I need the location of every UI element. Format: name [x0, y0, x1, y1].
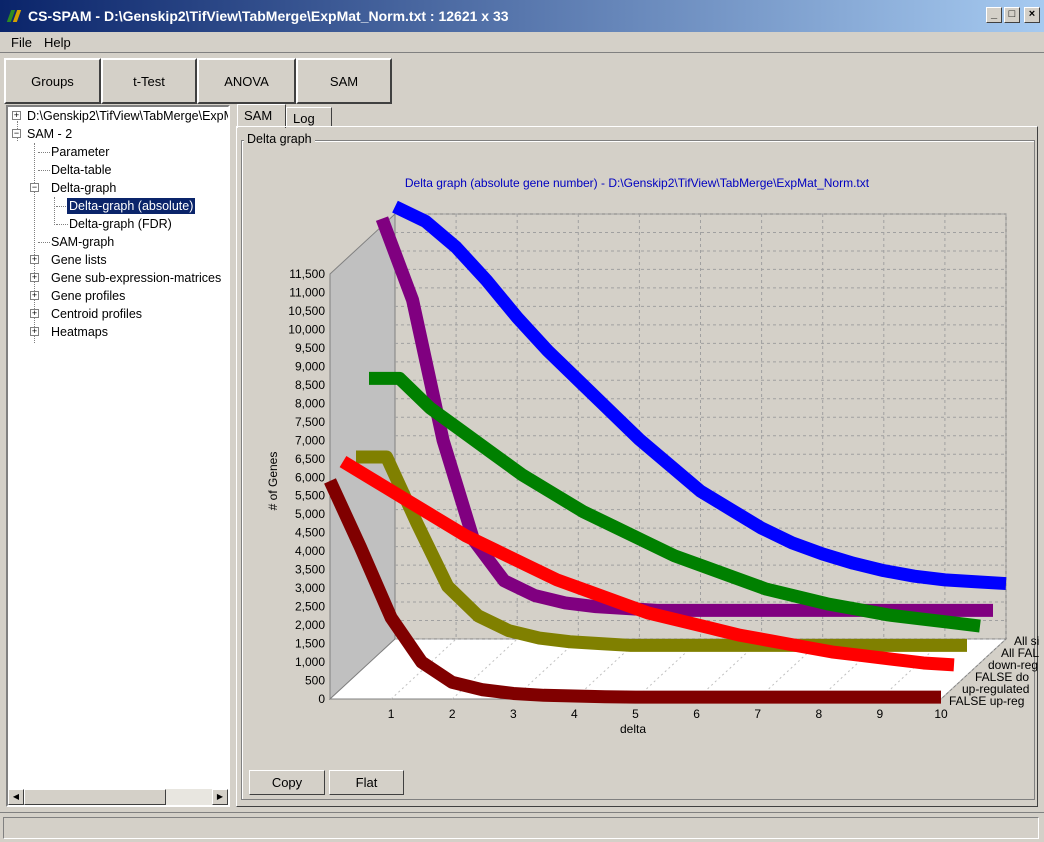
- scroll-thumb[interactable]: [24, 789, 166, 805]
- tree-item-delta-table[interactable]: Delta-table: [49, 161, 113, 179]
- expand-icon[interactable]: +: [12, 111, 21, 120]
- group-label: Delta graph: [244, 132, 315, 146]
- maximize-button[interactable]: □: [1004, 7, 1020, 23]
- tree-item-centroid-profiles[interactable]: + Centroid profiles: [30, 305, 144, 323]
- groups-button[interactable]: Groups: [4, 58, 101, 104]
- tab-sam[interactable]: SAM: [237, 104, 286, 128]
- expand-icon[interactable]: +: [30, 309, 39, 318]
- navigation-tree[interactable]: + D:\Genskip2\TifView\TabMerge\ExpMat_No…: [6, 105, 230, 807]
- tree-item-delta-graph-fdr[interactable]: Delta-graph (FDR): [67, 215, 174, 233]
- expand-icon[interactable]: +: [30, 327, 39, 336]
- tree-item-gene-profiles[interactable]: + Gene profiles: [30, 287, 127, 305]
- title-bar: CS-SPAM - D:\Genskip2\TifView\TabMerge\E…: [0, 0, 1044, 32]
- tree-item-root[interactable]: + D:\Genskip2\TifView\TabMerge\ExpMat_No…: [12, 107, 228, 125]
- delta-graph-group: [241, 140, 1035, 800]
- menu-bar: File Help: [0, 32, 1044, 52]
- expand-icon[interactable]: +: [30, 255, 39, 264]
- app-icon: [6, 8, 22, 24]
- expand-icon[interactable]: +: [30, 291, 39, 300]
- scroll-right-icon[interactable]: ▶: [212, 789, 228, 805]
- tree-horizontal-scrollbar[interactable]: ◀ ▶: [8, 789, 228, 805]
- tree-item-gene-sub-matrices[interactable]: + Gene sub-expression-matrices: [30, 269, 223, 287]
- copy-button[interactable]: Copy: [249, 770, 325, 795]
- tree-item-delta-graph[interactable]: − Delta-graph: [30, 179, 118, 197]
- tree-item-heatmaps[interactable]: + Heatmaps: [30, 323, 110, 341]
- collapse-icon[interactable]: −: [30, 183, 39, 192]
- tree-item-sam-graph[interactable]: SAM-graph: [49, 233, 116, 251]
- expand-icon[interactable]: +: [30, 273, 39, 282]
- tree-item-sam[interactable]: − SAM - 2: [12, 125, 74, 143]
- window-title: CS-SPAM - D:\Genskip2\TifView\TabMerge\E…: [28, 8, 509, 24]
- collapse-icon[interactable]: −: [12, 129, 21, 138]
- flat-button[interactable]: Flat: [329, 770, 404, 795]
- window-controls: _ □ ×: [986, 7, 1040, 23]
- sam-button[interactable]: SAM: [296, 58, 392, 104]
- status-bar: [0, 812, 1044, 842]
- menu-help[interactable]: Help: [40, 35, 79, 50]
- tree-item-gene-lists[interactable]: + Gene lists: [30, 251, 109, 269]
- anova-button[interactable]: ANOVA: [197, 58, 296, 104]
- toolbar: Groups t-Test ANOVA SAM: [0, 52, 1044, 104]
- tab-log[interactable]: Log: [286, 107, 332, 127]
- tree-item-parameter[interactable]: Parameter: [49, 143, 111, 161]
- close-button[interactable]: ×: [1024, 7, 1040, 23]
- minimize-button[interactable]: _: [986, 7, 1002, 23]
- ttest-button[interactable]: t-Test: [101, 58, 197, 104]
- status-pane: [3, 817, 1039, 839]
- menu-file[interactable]: File: [0, 35, 40, 50]
- scroll-left-icon[interactable]: ◀: [8, 789, 24, 805]
- tree-item-delta-graph-absolute[interactable]: Delta-graph (absolute): [65, 197, 197, 215]
